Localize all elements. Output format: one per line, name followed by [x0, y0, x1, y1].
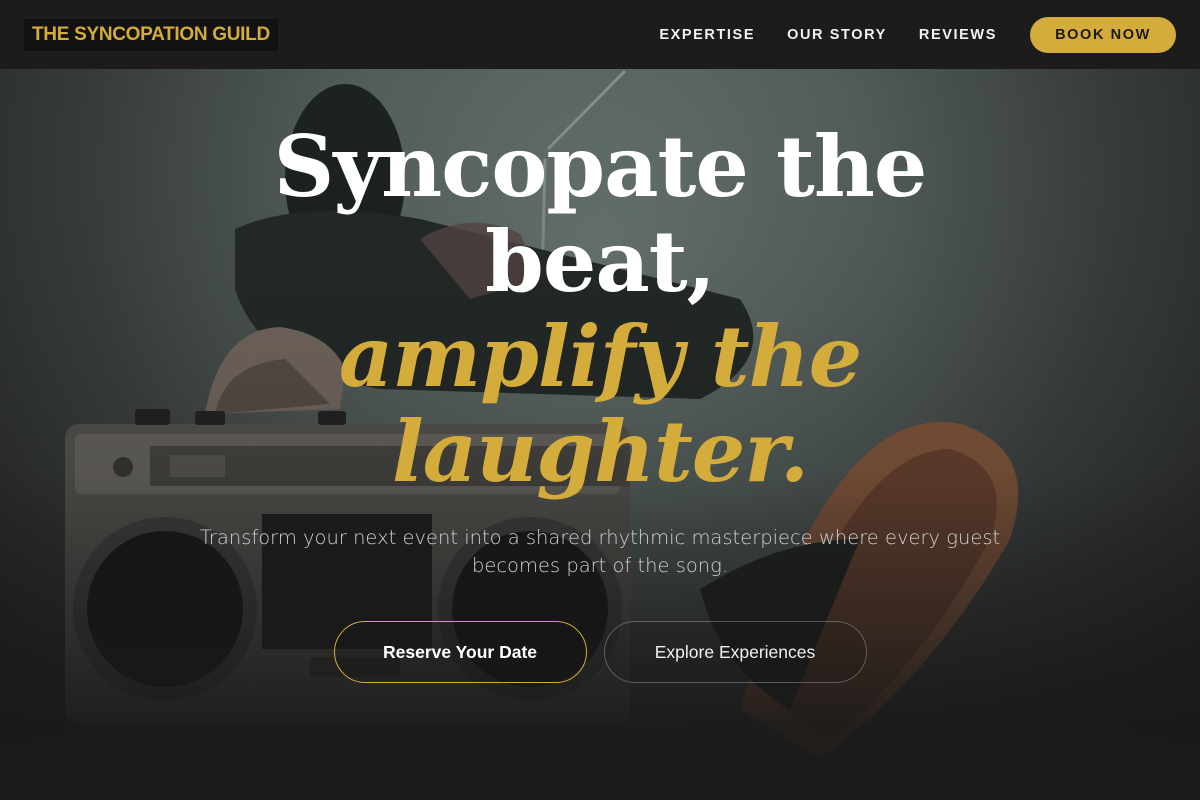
hero-cta-group: Reserve Your Date Explore Experiences	[0, 621, 1200, 683]
nav-menu: EXPERTISE OUR STORY REVIEWS BOOK NOW	[659, 16, 1176, 53]
headline-accent-line-2: laughter.	[391, 402, 809, 501]
nav-link-our-story[interactable]: OUR STORY	[787, 27, 887, 43]
hero-subtext: Transform your next event into a shared …	[199, 526, 1001, 577]
headline-line-2: beat,	[485, 212, 716, 311]
reserve-date-button[interactable]: Reserve Your Date	[333, 621, 587, 683]
hero-headline: Syncopate the beat, amplify the laughter…	[0, 119, 1200, 499]
nav-link-reviews[interactable]: REVIEWS	[919, 27, 997, 43]
headline-accent-line-1: amplify the	[338, 307, 862, 406]
brand-logo[interactable]: THE SYNCOPATION GUILD	[24, 18, 278, 51]
headline-line-1: Syncopate the	[273, 117, 928, 216]
explore-experiences-button[interactable]: Explore Experiences	[603, 621, 867, 683]
top-nav: THE SYNCOPATION GUILD EXPERTISE OUR STOR…	[0, 0, 1200, 69]
hero-section: Syncopate the beat, amplify the laughter…	[0, 69, 1200, 800]
book-now-button[interactable]: BOOK NOW	[1030, 16, 1176, 53]
nav-link-expertise[interactable]: EXPERTISE	[659, 27, 755, 43]
